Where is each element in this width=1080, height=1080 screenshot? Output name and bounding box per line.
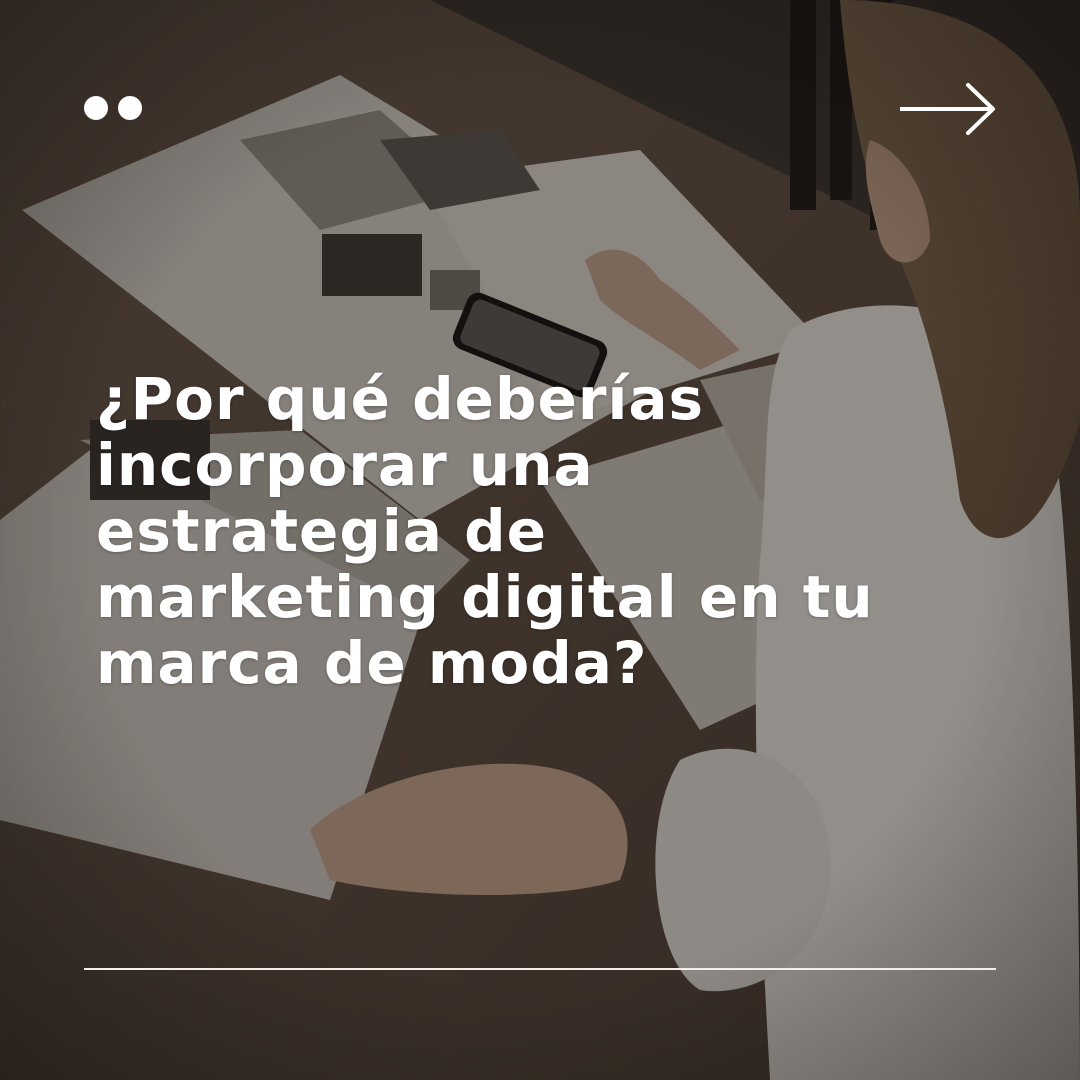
dot xyxy=(84,96,108,120)
instagram-carousel-slide: ¿Por qué deberías incorporar una estrate… xyxy=(0,0,1080,1080)
two-dots-icon xyxy=(84,96,142,120)
dot xyxy=(118,96,142,120)
divider-line xyxy=(84,968,996,970)
arrow-right-icon[interactable] xyxy=(898,82,998,138)
headline: ¿Por qué deberías incorporar una estrate… xyxy=(96,365,874,697)
